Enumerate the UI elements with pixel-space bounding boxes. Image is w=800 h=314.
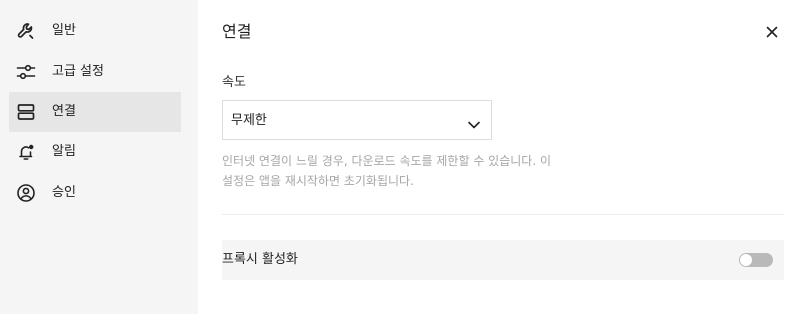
sidebar: 일반 고급 설정 연결 알림 승인 (0, 0, 198, 314)
sidebar-item-label: 연결 (52, 104, 76, 119)
proxy-toggle[interactable] (739, 253, 773, 267)
proxy-setting-row: 프록시 활성화 (222, 240, 784, 280)
user-circle-icon (16, 183, 36, 203)
connection-icon (16, 102, 36, 122)
sidebar-item-advanced[interactable]: 고급 설정 (9, 52, 181, 92)
sidebar-item-connection[interactable]: 연결 (9, 92, 181, 132)
bell-icon (16, 142, 36, 162)
sidebar-item-general[interactable]: 일반 (9, 11, 181, 51)
page-title: 연결 (222, 22, 252, 41)
speed-help-text: 인터넷 연결이 느릴 경우, 다운로드 속도를 제한할 수 있습니다. 이 설정… (222, 151, 652, 191)
divider (222, 214, 784, 215)
speed-help-line: 설정은 앱을 재시작하면 초기화됩니다. (222, 174, 414, 188)
wrench-icon (16, 21, 36, 41)
sidebar-item-label: 승인 (52, 185, 76, 200)
chevron-down-icon (467, 115, 481, 129)
settings-window: 일반 고급 설정 연결 알림 승인 연결 속도 무제한 인터넷 연결이 느릴 경… (0, 0, 800, 314)
sidebar-item-authorization[interactable]: 승인 (9, 173, 181, 213)
connection-panel: 연결 속도 무제한 인터넷 연결이 느릴 경우, 다운로드 속도를 제한할 수 … (198, 0, 800, 314)
sliders-icon (16, 62, 36, 82)
proxy-label: 프록시 활성화 (222, 252, 298, 267)
sidebar-item-label: 알림 (52, 144, 76, 159)
sidebar-item-notifications[interactable]: 알림 (9, 132, 181, 172)
sidebar-item-label: 고급 설정 (52, 64, 104, 79)
close-icon (761, 26, 783, 47)
speed-select[interactable]: 무제한 (222, 100, 492, 140)
sidebar-item-label: 일반 (52, 23, 76, 38)
speed-label: 속도 (222, 75, 246, 90)
speed-help-line: 인터넷 연결이 느릴 경우, 다운로드 속도를 제한할 수 있습니다. 이 (222, 154, 552, 168)
toggle-knob (740, 254, 752, 266)
close-button[interactable] (761, 21, 783, 43)
speed-select-value: 무제한 (231, 113, 267, 128)
